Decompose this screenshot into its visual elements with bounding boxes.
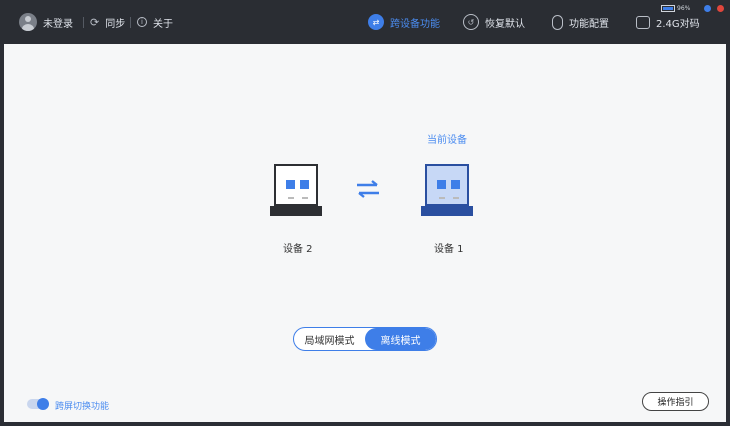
battery-indicator: 96% — [661, 5, 690, 12]
separator — [130, 17, 131, 28]
main-panel — [4, 44, 726, 422]
minimize-button[interactable] — [704, 5, 711, 12]
login-button[interactable]: 未登录 — [19, 0, 73, 44]
mode-selector: 局域网模式 离线模式 — [293, 327, 437, 351]
battery-icon — [661, 5, 675, 12]
device-light — [437, 180, 446, 189]
sync-label: 同步 — [105, 18, 126, 30]
tab-function-config[interactable]: 功能配置 — [552, 0, 609, 44]
toggle-knob — [37, 398, 49, 410]
device-contact — [302, 197, 308, 199]
device-1-icon[interactable] — [421, 164, 473, 220]
cross-device-icon: ⇄ — [368, 14, 384, 30]
device-light — [451, 180, 460, 189]
cross-screen-toggle[interactable] — [27, 398, 49, 410]
device-contact — [439, 197, 445, 199]
guide-button[interactable]: 操作指引 — [642, 392, 709, 411]
device-base — [421, 206, 473, 216]
battery-percent: 96% — [677, 5, 691, 12]
device-body — [425, 164, 469, 206]
info-icon: i — [137, 17, 147, 27]
device-contact — [453, 197, 459, 199]
lan-mode-button[interactable]: 局域网模式 — [294, 328, 365, 350]
device-base — [270, 206, 322, 216]
tab-label: 功能配置 — [569, 18, 609, 30]
device-2-icon[interactable] — [270, 164, 322, 220]
sync-icon: ⟳ — [90, 15, 100, 29]
tab-cross-device[interactable]: ⇄ 跨设备功能 — [368, 0, 440, 44]
device-1-label: 设备 1 — [434, 244, 464, 255]
current-device-label: 当前设备 — [427, 135, 467, 146]
receiver-icon — [636, 15, 650, 29]
close-button[interactable] — [717, 5, 724, 12]
mouse-icon — [552, 14, 563, 30]
device-2-label: 设备 2 — [283, 244, 313, 255]
device-body — [274, 164, 318, 206]
device-contact — [288, 197, 294, 199]
tab-label: 跨设备功能 — [390, 18, 440, 30]
tab-restore-default[interactable]: ↺ 恢复默认 — [463, 0, 525, 44]
swap-arrows-icon[interactable] — [355, 180, 381, 198]
tab-label: 2.4G对码 — [656, 18, 700, 30]
device-light — [286, 180, 295, 189]
about-label: 关于 — [153, 18, 173, 30]
restore-icon: ↺ — [463, 14, 479, 30]
about-button[interactable]: i 关于 — [137, 0, 173, 44]
sync-button[interactable]: ⟳ 同步 — [90, 0, 125, 44]
avatar — [19, 13, 37, 31]
separator — [83, 17, 84, 28]
cross-screen-toggle-label: 跨屏切换功能 — [55, 402, 110, 412]
offline-mode-button[interactable]: 离线模式 — [365, 328, 436, 350]
device-light — [300, 180, 309, 189]
tab-label: 恢复默认 — [485, 18, 525, 30]
user-label: 未登录 — [43, 18, 73, 30]
battery-fill — [663, 7, 673, 10]
title-bar: 未登录 ⟳ 同步 i 关于 ⇄ 跨设备功能 ↺ 恢复默认 功能配置 2.4G对码… — [0, 0, 730, 44]
